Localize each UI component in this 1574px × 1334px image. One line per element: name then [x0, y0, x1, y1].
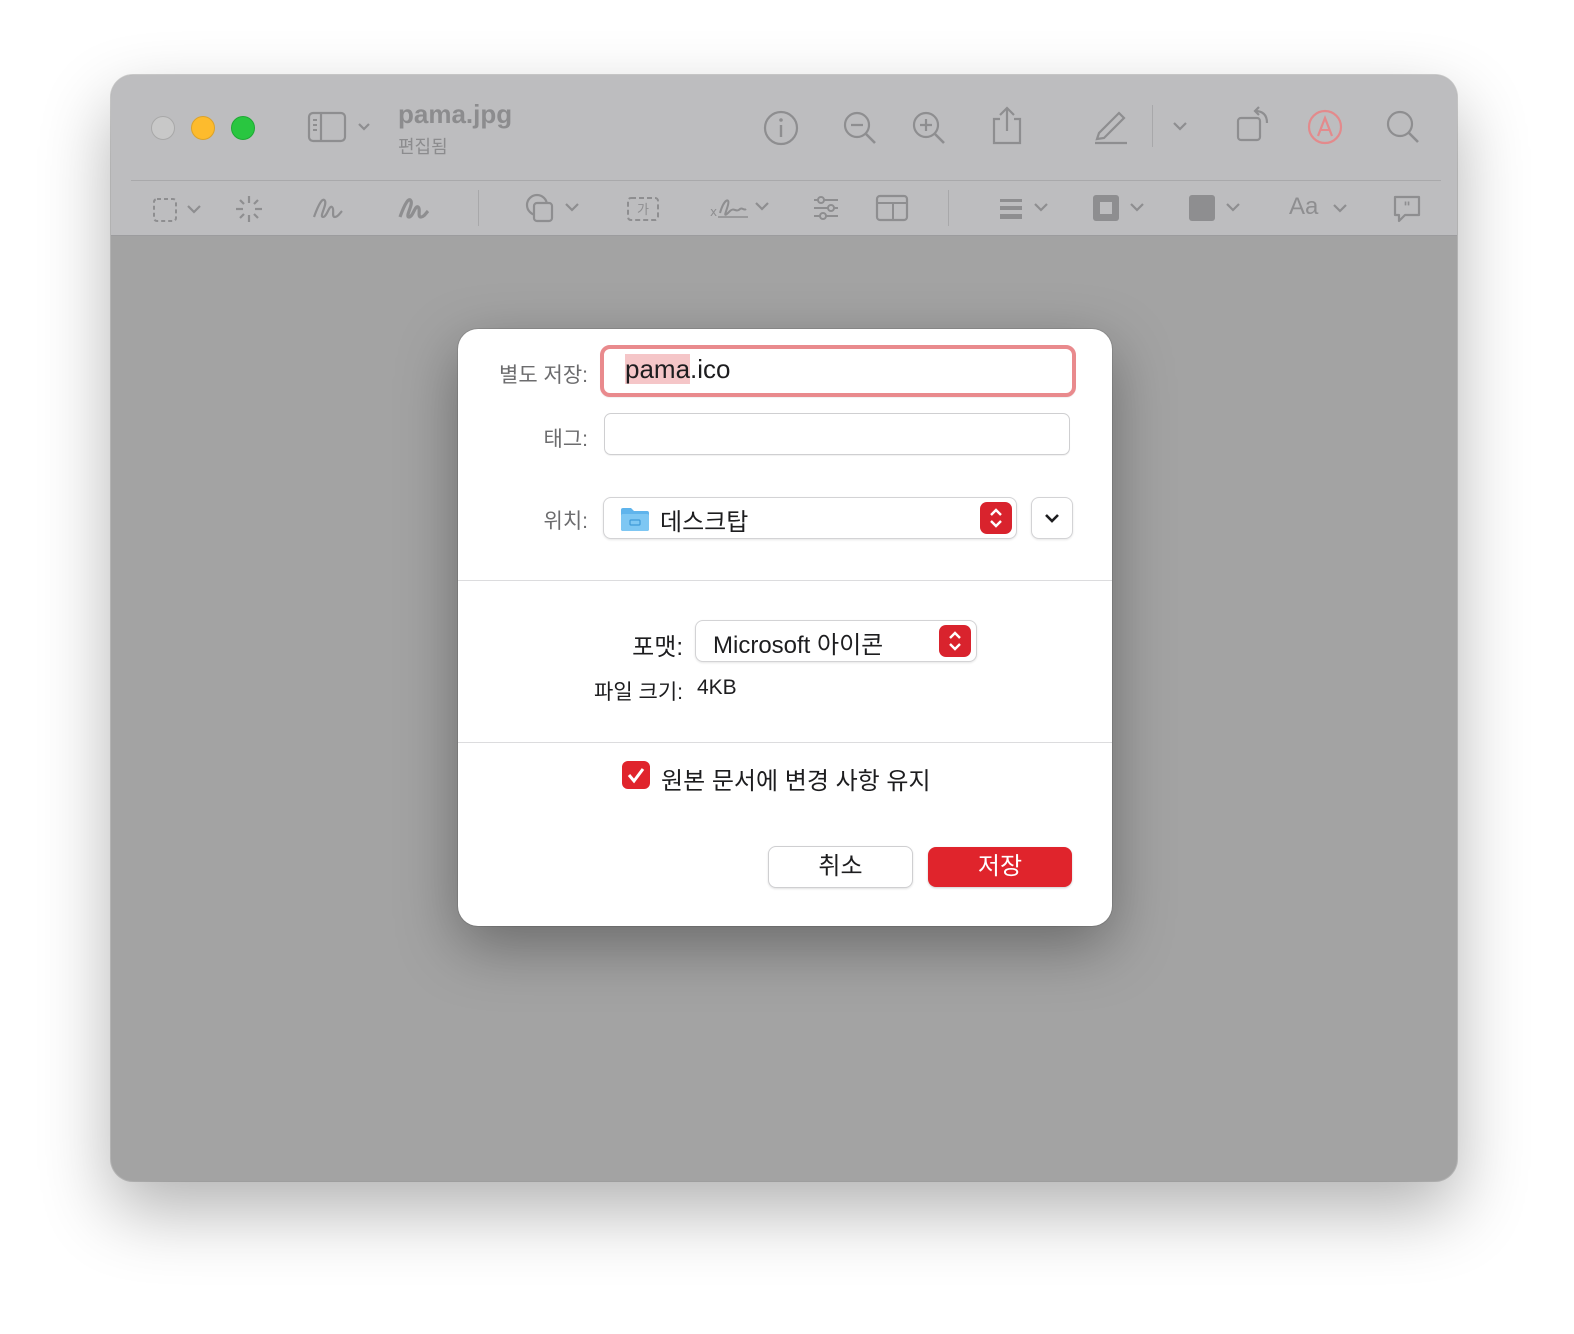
location-value: 데스크탑	[660, 509, 749, 536]
svg-text:": "	[1403, 200, 1410, 216]
rotate-button[interactable]	[1233, 105, 1273, 145]
info-icon	[763, 110, 799, 146]
sidebar-toggle-button[interactable]	[307, 109, 377, 145]
svg-text:가: 가	[637, 203, 649, 218]
zoom-out-button[interactable]	[841, 109, 879, 147]
keep-changes-checkbox[interactable]	[622, 761, 650, 789]
section-divider	[458, 580, 1112, 581]
location-popup[interactable]: 데스크탑	[603, 497, 1017, 539]
format-stepper	[939, 625, 971, 657]
selection-tool-button[interactable]	[151, 195, 207, 225]
tags-field[interactable]	[604, 413, 1070, 455]
location-label: 위치:	[543, 510, 588, 533]
section-divider	[458, 742, 1112, 743]
filename-field[interactable]: pama.ico	[600, 345, 1076, 397]
up-down-chevron-icon	[990, 508, 1002, 528]
filename-extension: .ico	[690, 354, 731, 384]
save-as-label: 별도 저장:	[499, 364, 588, 387]
sliders-icon	[814, 196, 838, 220]
text-box-button[interactable]: 가	[626, 193, 660, 225]
zoom-in-icon	[912, 111, 945, 144]
chevron-down-icon	[1333, 203, 1347, 213]
highlighter-icon	[1095, 111, 1127, 145]
cancel-button[interactable]: 취소	[768, 846, 913, 888]
format-popup[interactable]: Microsoft 아이콘	[695, 620, 977, 662]
toolbar-divider	[1152, 105, 1153, 147]
keep-changes-label: 원본 문서에 변경 사항 유지	[661, 768, 931, 795]
shapes-icon	[525, 193, 579, 223]
draw-tool-button[interactable]	[397, 193, 431, 225]
signature-icon: x	[710, 199, 769, 219]
rotate-icon	[1236, 106, 1269, 142]
close-window-button[interactable]	[151, 116, 175, 140]
resize-icon	[875, 194, 909, 222]
chevron-down-icon	[1045, 514, 1059, 523]
filename-text: pama.ico	[625, 354, 731, 385]
chevron-down-icon	[1173, 122, 1187, 131]
tags-label: 태그:	[543, 428, 588, 451]
search-button[interactable]	[1384, 108, 1422, 146]
up-down-chevron-icon	[949, 631, 961, 651]
zoom-in-button[interactable]	[910, 109, 948, 147]
file-size-value: 4KB	[697, 676, 737, 699]
window-title: pama.jpg	[398, 99, 513, 129]
border-color-button[interactable]	[1091, 193, 1149, 223]
sketch-icon	[312, 198, 343, 219]
text-style-label: Aa	[1289, 193, 1319, 220]
zoom-window-button[interactable]	[231, 116, 255, 140]
filename-selected-text: pama	[625, 354, 691, 384]
draw-icon	[398, 198, 430, 219]
speech-bubble-icon: "	[1393, 195, 1421, 223]
zoom-out-icon	[843, 111, 876, 144]
minimize-window-button[interactable]	[191, 116, 215, 140]
toolbar-divider	[948, 190, 949, 226]
instant-alpha-button[interactable]	[233, 193, 265, 225]
export-dialog: 별도 저장: pama.ico 태그: 위치: 데스크탑 포맷: Microso…	[458, 329, 1112, 926]
checkmark-icon	[627, 768, 645, 784]
expand-browser-button[interactable]	[1031, 497, 1073, 539]
svg-text:x: x	[710, 205, 717, 219]
location-stepper	[980, 502, 1012, 534]
file-size-label: 파일 크기:	[594, 681, 683, 704]
adjust-color-button[interactable]	[811, 193, 841, 223]
sign-button[interactable]: x	[708, 191, 774, 227]
toolbar-divider	[478, 190, 479, 226]
share-button[interactable]	[989, 105, 1025, 147]
window-subtitle: 편집됨	[398, 137, 448, 157]
sidebar-icon	[307, 111, 370, 143]
highlight-menu-button[interactable]	[1169, 115, 1191, 137]
line-style-icon	[1000, 199, 1048, 219]
share-icon	[992, 106, 1022, 145]
sketch-tool-button[interactable]	[311, 193, 345, 225]
rectangular-selection-icon	[153, 198, 201, 222]
shapes-button[interactable]	[524, 191, 582, 227]
fill-color-button[interactable]	[1187, 193, 1245, 223]
adjust-size-button[interactable]	[875, 193, 909, 223]
text-style-button[interactable]: Aa	[1289, 193, 1351, 221]
text-box-icon: 가	[627, 197, 659, 221]
save-button[interactable]: 저장	[928, 847, 1072, 887]
annotate-button[interactable]: "	[1391, 193, 1423, 225]
format-value: Microsoft 아이콘	[713, 632, 884, 659]
markup-pen-icon	[1307, 109, 1343, 145]
info-button[interactable]	[762, 109, 800, 147]
highlight-button[interactable]	[1091, 105, 1131, 145]
magic-wand-icon	[236, 196, 262, 222]
border-color-icon	[1093, 195, 1144, 221]
line-style-button[interactable]	[997, 193, 1053, 223]
format-label: 포맷:	[632, 634, 683, 661]
fill-color-icon	[1189, 195, 1240, 221]
folder-icon	[621, 508, 649, 531]
toolbar: pama.jpg 편집됨 가 x Aa "	[111, 75, 1457, 236]
toolbar-separator	[131, 180, 1441, 181]
markup-button[interactable]	[1306, 108, 1344, 146]
search-icon	[1386, 110, 1419, 143]
